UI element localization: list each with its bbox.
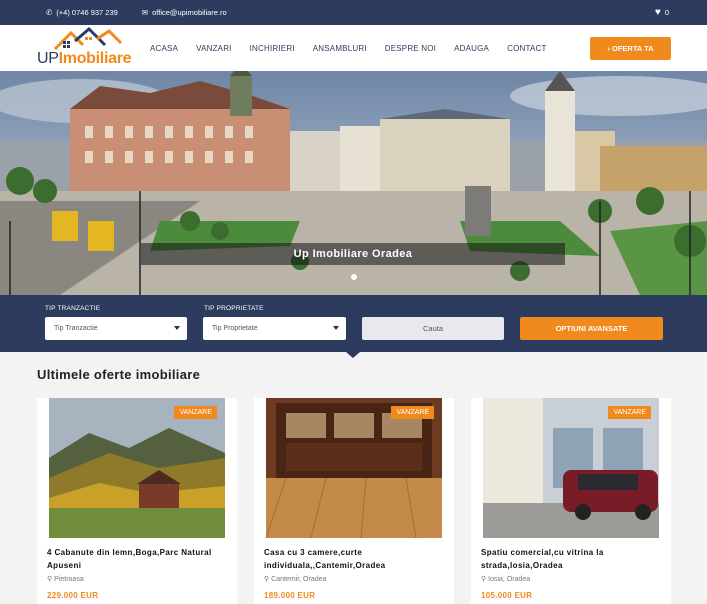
listing-location: ⚲ Iosia, Oradea [481,575,531,584]
top-bar: ✆ (+4) 0746 937 239 ✉ office@upimobiliar… [0,0,707,25]
listing-price: 229.000 EUR [47,591,99,600]
listing-title[interactable]: Casa cu 3 camere,curte individuala,,Cant… [264,546,446,572]
phone-icon: ✆ [46,8,53,17]
listing-title[interactable]: 4 Cabanute din lemn,Boga,Parc Natural Ap… [47,546,229,572]
proprietate-label: TIP PROPRIETATE [204,305,264,312]
listing-badge: VANZARE [391,406,434,419]
map-pin-icon: ⚲ [481,576,487,583]
listing-card[interactable]: VANZARE Casa cu 3 camere,curte individua… [254,398,454,604]
proprietate-select[interactable]: Tip Proprietate [203,317,346,340]
tranzactie-value: Tip Tranzactie [54,325,98,332]
listing-location: ⚲ Cantemir, Oradea [264,575,327,584]
listing-photo[interactable]: VANZARE [483,398,659,538]
phone-number: (+4) 0746 937 239 [56,8,118,17]
caret-down-icon [333,326,339,330]
listing-location-text: Iosia, Oradea [488,575,531,583]
listing-image [266,398,442,538]
favorites-count: 0 [664,8,669,17]
menu-item-contact[interactable]: CONTACT [507,44,546,53]
listing-title[interactable]: Spatiu comercial,cu vitrina la strada,Io… [481,546,663,572]
menu-item-despre-noi[interactable]: DESPRE NOI [385,44,436,53]
listing-image [483,398,659,538]
hero-caption: Up Imobiliare Oradea [141,243,565,265]
listing-price: 189.000 EUR [264,591,316,600]
menu-item-adauga[interactable]: ADAUGA [454,44,489,53]
menu-item-inchirieri[interactable]: INCHIRIERI [250,44,295,53]
logo-text-imobiliare: Imobiliare [58,50,132,67]
site-logo[interactable]: UPImobiliare [37,27,132,69]
map-pin-icon: ⚲ [264,576,270,583]
listing-photo[interactable]: VANZARE [49,398,225,538]
listing-badge: VANZARE [608,406,651,419]
listing-badge: VANZARE [174,406,217,419]
listing-price: 105.000 EUR [481,591,533,600]
email-address: office@upimobiliare.ro [152,8,227,17]
envelope-icon: ✉ [141,8,149,17]
menu-item-vanzari[interactable]: VANZARI [196,44,231,53]
hero-slider: Up Imobiliare Oradea [0,71,707,295]
heart-icon: ♥ [654,7,661,18]
listing-location: ⚲ Pietroasa [47,575,84,584]
slider-dot[interactable] [351,274,357,280]
listing-location-text: Pietroasa [54,575,84,583]
listing-card[interactable]: VANZARE Spatiu comercial,cu vitrina la s… [471,398,671,604]
listing-card[interactable]: VANZARE 4 Cabanute din lemn,Boga,Parc Na… [37,398,237,604]
phone-contact[interactable]: ✆ (+4) 0746 937 239 [46,8,118,17]
main-header: UPImobiliare ACASA VANZARI INCHIRIERI AN… [0,25,707,71]
logo-text-up: UP [37,50,59,67]
tranzactie-select[interactable]: Tip Tranzactie [45,317,187,340]
map-pin-icon: ⚲ [47,576,53,583]
listing-location-text: Cantemir, Oradea [271,575,327,583]
search-notch [346,352,360,358]
listings-heading: Ultimele oferte imobiliare [37,367,201,382]
listing-image [49,398,225,538]
menu-item-acasa[interactable]: ACASA [150,44,178,53]
oferta-ta-button[interactable]: › OFERTA TA [590,37,671,60]
caret-down-icon [174,326,180,330]
proprietate-value: Tip Proprietate [212,325,258,332]
advanced-options-button[interactable]: OPTIUNI AVANSATE [520,317,663,340]
tranzactie-label: TIP TRANZACTIE [45,305,101,312]
search-button[interactable]: Cauta [362,317,504,340]
email-contact[interactable]: ✉ office@upimobiliare.ro [142,8,227,17]
property-search: TIP TRANZACTIE Tip Tranzactie TIP PROPRI… [0,295,707,358]
favorites-link[interactable]: ♥ 0 [655,0,669,25]
menu-item-ansambluri[interactable]: ANSAMBLURI [313,44,367,53]
main-menu: ACASA VANZARI INCHIRIERI ANSAMBLURI DESP… [150,25,547,71]
listing-photo[interactable]: VANZARE [266,398,442,538]
